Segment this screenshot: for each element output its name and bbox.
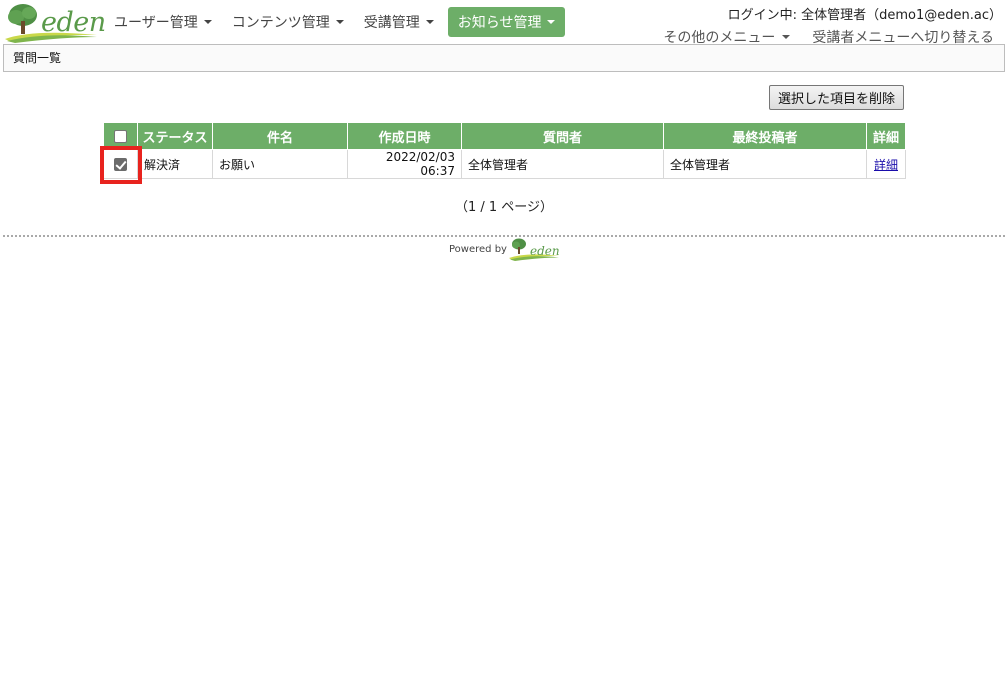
nav-label: コンテンツ管理	[231, 15, 330, 31]
nav-content-management[interactable]: コンテンツ管理	[222, 7, 354, 37]
nav-label: お知らせ管理	[457, 15, 542, 31]
row-last-poster: 全体管理者	[663, 149, 867, 179]
row-checkbox[interactable]	[114, 158, 127, 171]
footer: Powered by eden	[449, 237, 561, 261]
caret-down-icon	[203, 20, 212, 24]
row-subject: お願い	[212, 149, 348, 179]
toolbar: 選択した項目を削除	[769, 85, 905, 110]
main-nav: ユーザー管理 コンテンツ管理 受講管理 お知らせ管理	[104, 7, 566, 37]
logo-text: eden	[41, 7, 106, 38]
delete-selected-button[interactable]: 選択した項目を削除	[769, 85, 905, 110]
table-header-row: ステータス 件名 作成日時 質問者 最終投稿者 詳細	[103, 122, 906, 150]
eden-logo[interactable]: eden	[3, 1, 106, 43]
row-created: 2022/02/03 06:37	[347, 149, 462, 179]
column-header-detail: 詳細	[866, 122, 906, 150]
detail-link[interactable]: 詳細	[874, 158, 898, 172]
other-menu-dropdown[interactable]: その他のメニュー	[663, 27, 791, 47]
footer-eden-logo: eden	[508, 237, 561, 261]
powered-by-text: Powered by	[449, 243, 507, 255]
column-header-asker[interactable]: 質問者	[461, 122, 664, 150]
nav-label: 受講管理	[363, 15, 420, 31]
switch-menu-label: 受講者メニューへ切り替える	[812, 30, 994, 46]
switch-to-learner-link[interactable]: 受講者メニューへ切り替える	[812, 27, 994, 47]
column-header-status[interactable]: ステータス	[137, 122, 213, 150]
row-asker: 全体管理者	[461, 149, 664, 179]
nav-label: ユーザー管理	[114, 15, 198, 31]
nav-notice-management[interactable]: お知らせ管理	[447, 7, 566, 37]
pagination: （1 / 1 ページ）	[454, 200, 554, 215]
caret-down-icon	[782, 35, 791, 39]
column-header-last-poster[interactable]: 最終投稿者	[663, 122, 867, 150]
column-header-created[interactable]: 作成日時	[347, 122, 462, 150]
nav-course-management[interactable]: 受講管理	[354, 7, 444, 37]
footer-logo-text: eden	[529, 244, 560, 258]
row-detail-cell: 詳細	[866, 149, 906, 179]
row-status: 解決済	[137, 149, 213, 179]
select-all-checkbox[interactable]	[114, 129, 127, 143]
question-table: ステータス 件名 作成日時 質問者 最終投稿者 詳細 解決済 お願い 2022/…	[103, 122, 906, 179]
breadcrumb: 質問一覧	[3, 44, 1005, 72]
row-select-cell	[103, 149, 138, 179]
sub-nav: その他のメニュー 受講者メニューへ切り替える	[641, 27, 994, 47]
header: eden ユーザー管理 コンテンツ管理 受講管理 お知らせ管理 ログイン中: 全…	[0, 0, 1008, 47]
caret-down-icon	[425, 20, 434, 24]
table-row: 解決済 お願い 2022/02/03 06:37 全体管理者 全体管理者 詳細	[103, 149, 906, 179]
question-table-wrapper: ステータス 件名 作成日時 質問者 最終投稿者 詳細 解決済 お願い 2022/…	[103, 122, 906, 179]
login-info: ログイン中: 全体管理者（demo1@eden.ac）	[727, 8, 1002, 23]
column-header-subject[interactable]: 件名	[212, 122, 348, 150]
nav-user-management[interactable]: ユーザー管理	[104, 7, 222, 37]
other-menu-label: その他のメニュー	[663, 30, 776, 46]
caret-down-icon	[547, 20, 556, 24]
select-all-header	[103, 122, 138, 150]
caret-down-icon	[335, 20, 344, 24]
